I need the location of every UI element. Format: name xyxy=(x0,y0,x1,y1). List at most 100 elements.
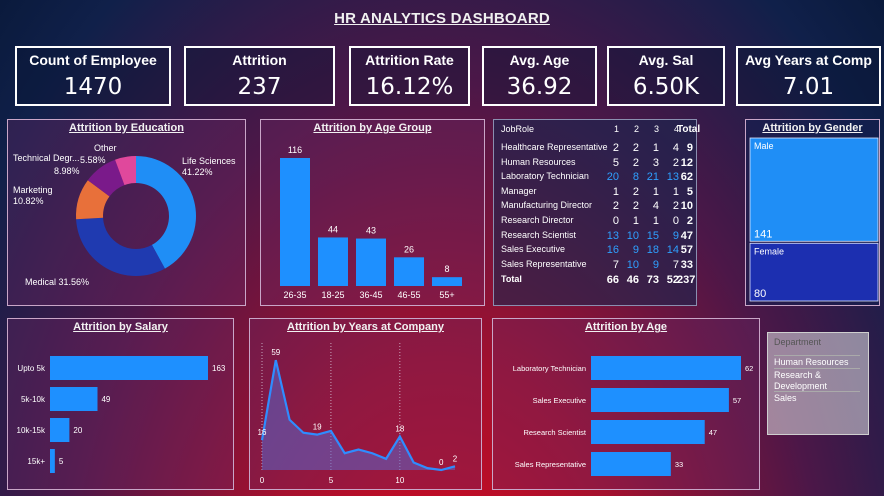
value-cell: 10 xyxy=(626,258,639,271)
kpi-avg-years-at-comp[interactable]: Avg Years at Comp 7.01 xyxy=(736,46,881,106)
gender-treemap: Male 141 Female 80 xyxy=(749,137,879,302)
jobrole-table: JobRole 1 2 3 4 Total Healthcare Representativ… xyxy=(494,120,700,307)
slice-value: 5.58% xyxy=(80,155,106,165)
slicer-title: Department xyxy=(774,337,822,347)
point-label: 18 xyxy=(395,424,404,433)
value-cell: 1 xyxy=(613,124,619,134)
years-panel[interactable]: Attrition by Years at Company 0 5 10 16 59 19… xyxy=(249,318,482,490)
x-tick-label: 0 xyxy=(260,476,265,485)
table-header-row: JobRole 1 2 3 4 Total xyxy=(494,124,700,138)
department-slicer[interactable]: Department Human Resources Research & De… xyxy=(767,332,869,435)
slice-label: Life Sciences xyxy=(182,156,236,166)
slicer-item-sales[interactable]: Sales xyxy=(774,391,860,403)
kpi-attrition-rate[interactable]: Attrition Rate 16.12% xyxy=(349,46,470,106)
jobrole-cell: Research Scientist xyxy=(501,229,577,240)
value-cell: 1 xyxy=(652,142,659,154)
gender-value: 141 xyxy=(754,228,772,240)
kpi-avg-age[interactable]: Avg. Age 36.92 xyxy=(482,46,597,106)
slice-value: 10.82% xyxy=(13,196,44,206)
slicer-item-research-development[interactable]: Research & Development xyxy=(774,368,860,392)
table-row: Sales Executive 16 9 18 14 57 xyxy=(494,244,698,258)
kpi-value: 237 xyxy=(237,74,282,100)
table-row: Manager 1 2 1 1 5 xyxy=(494,186,698,200)
years-area-chart: 0 5 10165919 180 2 xyxy=(258,343,458,485)
value-cell: 1 xyxy=(612,185,619,198)
bar xyxy=(50,356,208,380)
value-cell: 4 xyxy=(652,200,659,213)
value-cell: 10 xyxy=(626,229,639,242)
dashboard-title: HR ANALYTICS DASHBOARD xyxy=(334,10,550,27)
bar-value-label: 49 xyxy=(101,395,110,404)
value-cell: 0 xyxy=(612,215,619,227)
age-group-bar xyxy=(318,237,348,286)
kpi-attrition[interactable]: Attrition 237 xyxy=(184,46,335,106)
salary-panel[interactable]: Attrition by Salary Upto 5k 163 5k-10k 49 10… xyxy=(7,318,234,490)
table-row: Research Scientist 13 10 15 9 47 xyxy=(494,230,698,244)
value-cell: 20 xyxy=(606,171,619,184)
table-row: Healthcare Representative 2 2 1 4 9 xyxy=(494,142,698,156)
value-cell: 7 xyxy=(612,258,619,271)
kpi-avg-sal[interactable]: Avg. Sal 6.50K xyxy=(607,46,725,106)
bar xyxy=(50,387,98,411)
jobrole-cell: Laboratory Technician xyxy=(501,171,589,182)
salary-bar-chart: Upto 5k 163 5k-10k 49 10k-15k 20 15k+ 5 xyxy=(17,356,226,473)
table-row: Laboratory Technician 20 8 21 13 62 xyxy=(494,171,698,185)
bar xyxy=(591,420,705,444)
jobrole-cell: Healthcare Representative xyxy=(501,142,608,152)
total-cell: 62 xyxy=(680,171,693,184)
gender-panel[interactable]: Attrition by Gender Male 141 Female 80 xyxy=(745,119,880,306)
bar-value-label: 44 xyxy=(328,224,338,234)
value-cell: 16 xyxy=(606,244,619,257)
bar xyxy=(591,452,671,476)
point-label: 59 xyxy=(271,348,280,357)
bar-value-label: 116 xyxy=(288,145,302,155)
value-cell: 2 xyxy=(632,156,639,169)
age-group-panel[interactable]: Attrition by Age Group 116 26-35 44 18-25 43… xyxy=(260,119,485,306)
category-label: Sales Representative xyxy=(515,460,586,469)
bar-value-label: 43 xyxy=(366,226,376,236)
kpi-count-of-employee[interactable]: Count of Employee 1470 xyxy=(15,46,171,106)
value-cell: 21 xyxy=(646,171,659,184)
age-group-bar xyxy=(432,277,462,286)
category-label: 5k-10k xyxy=(21,395,46,404)
kpi-value: 7.01 xyxy=(782,74,835,100)
bar-value-label: 163 xyxy=(212,364,226,373)
kpi-value: 36.92 xyxy=(506,74,573,100)
table-total-row: Total 66 46 73 52 237 xyxy=(494,274,698,288)
total-cell: 12 xyxy=(680,156,693,169)
table-row: Sales Representative 7 10 9 7 33 xyxy=(494,259,698,273)
total-cell: 10 xyxy=(680,200,693,213)
jobrole-cell: Sales Representative xyxy=(501,258,587,269)
point-label: 0 xyxy=(439,458,444,467)
x-tick-label: 18-25 xyxy=(321,290,344,300)
bar-value-label: 5 xyxy=(59,457,64,466)
value-cell: 3 xyxy=(652,156,659,169)
kpi-label: Avg. Age xyxy=(509,52,570,68)
category-label: Sales Executive xyxy=(533,396,586,405)
point-label: 16 xyxy=(258,428,267,437)
value-cell: 46 xyxy=(626,274,639,286)
kpi-label: Avg. Sal xyxy=(638,52,694,68)
category-label: 10k-15k xyxy=(17,426,46,435)
bar-value-label: 57 xyxy=(733,396,741,405)
value-cell: 1 xyxy=(652,215,659,227)
slice-label: Technical Degr... xyxy=(13,153,80,163)
jobrole-cell: Total xyxy=(501,274,522,284)
jobrole-matrix[interactable]: JobRole 1 2 3 4 Total Healthcare Representativ… xyxy=(493,119,700,307)
bar xyxy=(591,356,741,380)
jobrole-cell: Manufacturing Director xyxy=(501,200,593,211)
total-cell: 237 xyxy=(677,274,696,286)
gender-block xyxy=(749,137,879,242)
slicer-item-human-resources[interactable]: Human Resources xyxy=(774,355,860,367)
kpi-value: 16.12% xyxy=(365,74,454,100)
slice-value: 41.22% xyxy=(182,167,213,177)
bar xyxy=(591,388,729,412)
donut-slice xyxy=(76,217,165,276)
age-panel[interactable]: Attrition by Age Laboratory Technician 62… xyxy=(492,318,760,490)
jobrole-cell: JobRole xyxy=(501,124,535,134)
education-donut-chart: Life Sciences41.22% Medical 31.56% Marketi… xyxy=(13,143,236,287)
value-cell: 9 xyxy=(652,258,659,271)
slice-label: Other xyxy=(94,143,117,153)
bar xyxy=(50,418,70,442)
education-panel[interactable]: Attrition by Education Life Sciences 41.2… xyxy=(7,119,246,306)
